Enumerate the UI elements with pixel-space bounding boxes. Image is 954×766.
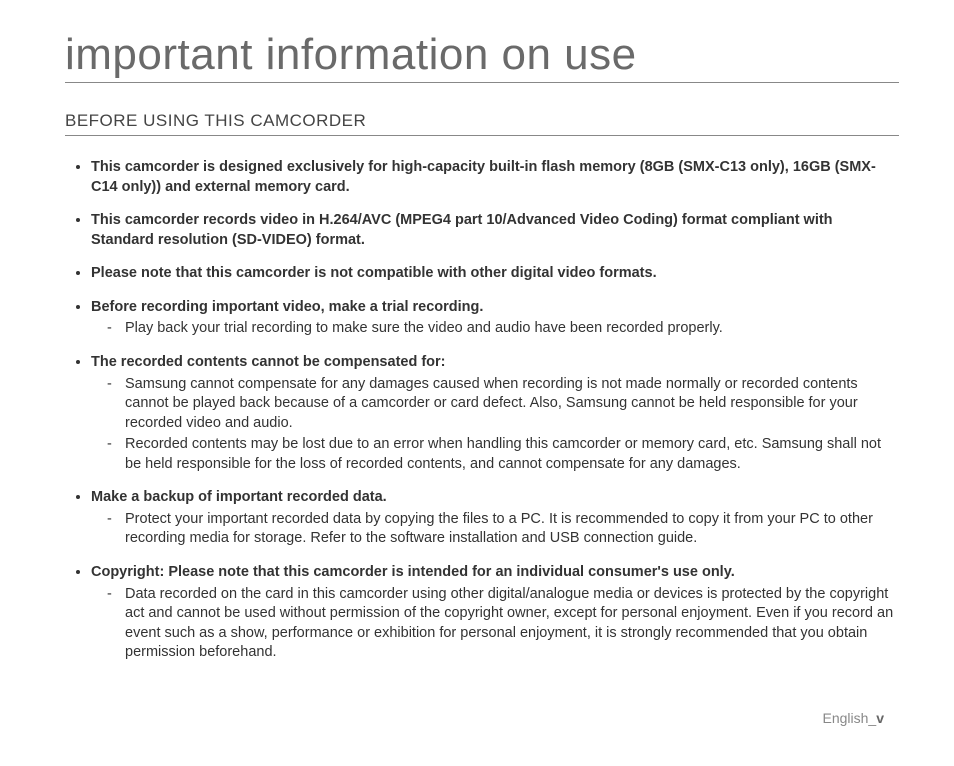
footer-page-number: v [876,710,884,726]
list-item-bold: Make a backup of important recorded data… [91,489,387,505]
sub-list-item: Recorded contents may be lost due to an … [107,435,899,474]
page-footer: English_v [823,710,885,726]
sub-list-item: Protect your important recorded data by … [107,510,899,549]
list-item: Before recording important video, make a… [91,298,899,339]
sub-list-item: Samsung cannot compensate for any damage… [107,375,899,434]
sub-list: Samsung cannot compensate for any damage… [91,375,899,475]
list-item: This camcorder records video in H.264/AV… [91,211,899,250]
list-item-bold: This camcorder is designed exclusively f… [91,159,876,195]
list-item-bold: Copyright: Please note that this camcord… [91,564,735,580]
list-item: Make a backup of important recorded data… [91,488,899,549]
list-item: The recorded contents cannot be compensa… [91,353,899,474]
page-title: important information on use [65,30,899,83]
list-item: Copyright: Please note that this camcord… [91,563,899,663]
list-item-bold: Before recording important video, make a… [91,299,483,315]
sub-list-item: Data recorded on the card in this camcor… [107,585,899,663]
sub-list: Data recorded on the card in this camcor… [91,585,899,663]
section-heading: BEFORE USING THIS CAMCORDER [65,111,899,136]
list-item: This camcorder is designed exclusively f… [91,158,899,197]
footer-language: English_ [823,710,877,726]
list-item-bold: Please note that this camcorder is not c… [91,265,657,281]
list-item-bold: The recorded contents cannot be compensa… [91,354,446,370]
sub-list-item: Play back your trial recording to make s… [107,319,899,339]
list-item: Please note that this camcorder is not c… [91,264,899,284]
sub-list: Protect your important recorded data by … [91,510,899,549]
sub-list: Play back your trial recording to make s… [91,319,899,339]
list-item-bold: This camcorder records video in H.264/AV… [91,212,833,248]
content-list: This camcorder is designed exclusively f… [65,158,899,663]
